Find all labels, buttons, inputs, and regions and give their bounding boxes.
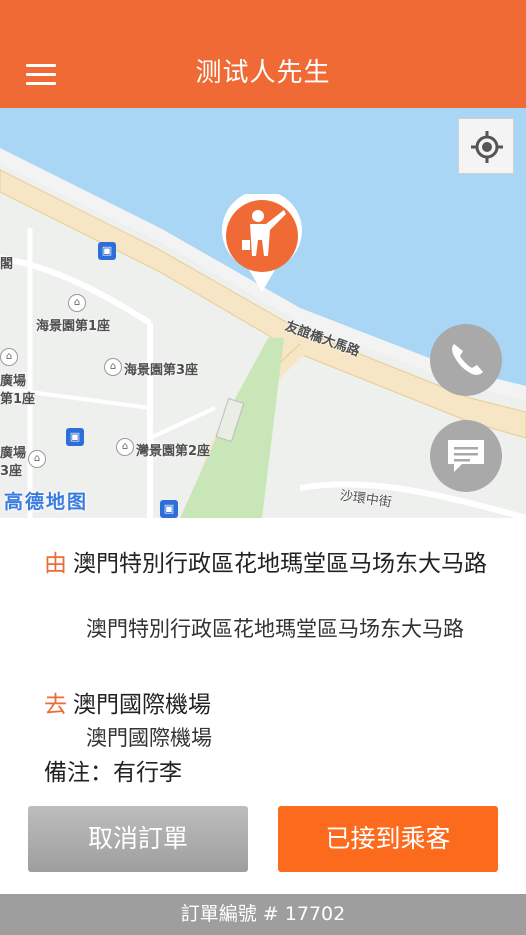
page-title: 测试人先生 bbox=[195, 58, 331, 88]
map-label-partial: 閣 bbox=[0, 257, 14, 272]
building-icon: ⌂ bbox=[116, 438, 134, 456]
message-button[interactable] bbox=[430, 420, 502, 492]
map-logo: 高德地图 bbox=[4, 491, 89, 513]
cancel-order-button[interactable]: 取消訂單 bbox=[28, 806, 248, 872]
building-icon: ⌂ bbox=[28, 450, 46, 468]
map-label-partial: 第1座 bbox=[0, 392, 36, 407]
locate-button[interactable] bbox=[458, 118, 514, 174]
building-label: 海景園第1座 bbox=[36, 319, 111, 334]
building-label: 海景園第3座 bbox=[124, 363, 199, 378]
building-icon: ⌂ bbox=[104, 358, 122, 376]
map-view[interactable]: 友誼橋大馬路 海景園第1座 海景園第3座 灣景園第2座 閣 廣場 第1座 廣場 … bbox=[0, 108, 526, 518]
pickup-row: 由澳門特別行政區花地瑪堂區马场东大马路 bbox=[44, 549, 496, 580]
destination-row: 去澳門國際機場 bbox=[44, 690, 496, 721]
passenger-marker-icon bbox=[220, 194, 304, 294]
chat-icon bbox=[448, 440, 484, 472]
app-header: 测试人先生 bbox=[0, 0, 526, 108]
bus-stop-icon: ▣ bbox=[98, 242, 116, 260]
building-label: 灣景園第2座 bbox=[136, 444, 211, 459]
building-icon: ⌂ bbox=[68, 294, 86, 312]
map-label-partial: 廣場 bbox=[0, 374, 27, 389]
call-button[interactable] bbox=[430, 324, 502, 396]
map-label-partial: 3座 bbox=[0, 464, 23, 479]
passenger-picked-up-button[interactable]: 已接到乘客 bbox=[278, 806, 498, 872]
phone-icon bbox=[452, 344, 483, 375]
pickup-tag: 由 bbox=[44, 551, 67, 577]
order-note: 備注：有行李 bbox=[44, 760, 182, 786]
destination-tag: 去 bbox=[44, 692, 67, 718]
bus-stop-icon: ▣ bbox=[66, 428, 84, 446]
pickup-detail: 澳門特別行政區花地瑪堂區马场东大马路 bbox=[86, 617, 464, 641]
destination-detail: 澳門國際機場 bbox=[86, 726, 212, 750]
bus-stop-icon: ▣ bbox=[160, 500, 178, 518]
crosshair-icon bbox=[471, 131, 503, 163]
building-icon: ⌂ bbox=[0, 348, 18, 366]
pickup-address: 澳門特別行政區花地瑪堂區马场东大马路 bbox=[73, 551, 487, 577]
map-label-partial: 廣場 bbox=[0, 446, 27, 461]
destination-address: 澳門國際機場 bbox=[73, 692, 211, 718]
order-number: 訂單編號 # 17702 bbox=[0, 894, 526, 935]
